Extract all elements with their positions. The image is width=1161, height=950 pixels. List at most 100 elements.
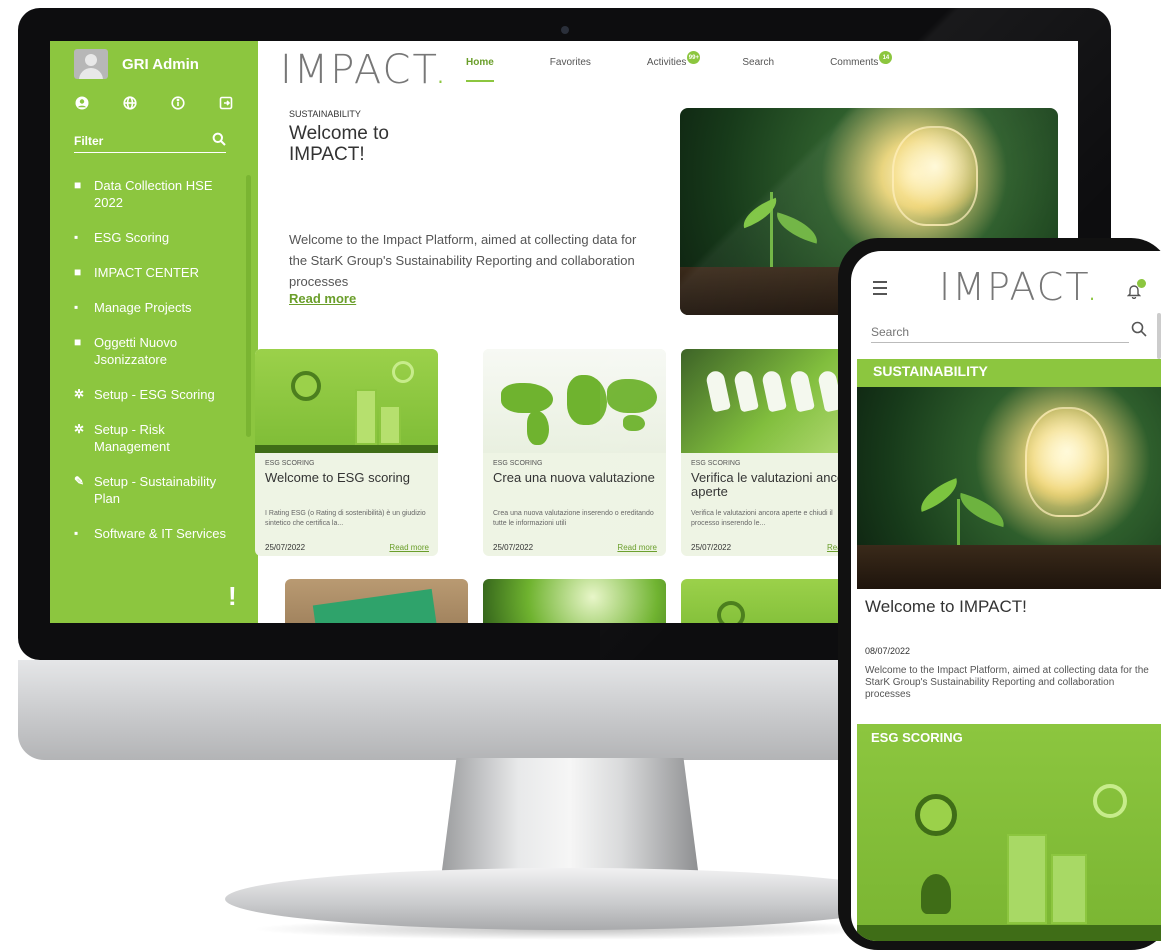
ground-graphic — [857, 925, 1161, 941]
filter-input[interactable]: Filter — [74, 129, 226, 153]
building-graphic — [355, 389, 377, 445]
nav-activities[interactable]: Activities 99+ — [646, 51, 701, 82]
card-image-paper-chain — [681, 349, 864, 453]
news-card-partial[interactable] — [681, 579, 864, 623]
sidebar-item-label: ESG Scoring — [94, 230, 170, 245]
wrench-icon: ✎ — [74, 474, 85, 488]
leaf-graphic — [955, 492, 1009, 528]
mobile-article-date: 08/07/2022 — [865, 646, 911, 656]
globe-icon — [291, 371, 321, 401]
mobile-impact-logo[interactable]: IMPACT. — [939, 265, 1100, 309]
leaf-graphic — [914, 478, 964, 512]
continent-graphic — [567, 375, 607, 425]
sidebar-item-impact-center[interactable]: ■ IMPACT CENTER — [74, 264, 242, 281]
nav-home[interactable]: Home — [466, 57, 494, 82]
nav-favorites[interactable]: Favorites — [550, 57, 591, 82]
section-sustainability: SUSTAINABILITY — [857, 359, 1161, 387]
sidebar-item-label: Data Collection HSE 2022 — [94, 178, 213, 210]
mobile-article-title[interactable]: Welcome to IMPACT! — [865, 597, 1027, 617]
notification-dot — [1137, 279, 1146, 288]
sun-icon — [1093, 784, 1127, 818]
sidebar-item-label: IMPACT CENTER — [94, 265, 199, 280]
impact-logo[interactable]: IMPACT. — [280, 47, 449, 93]
card-read-more-link[interactable]: Read more — [617, 543, 657, 552]
continent-graphic — [527, 411, 549, 445]
mobile-scrollbar[interactable] — [1157, 313, 1161, 359]
continent-graphic — [623, 415, 645, 431]
hamburger-menu-icon[interactable] — [873, 281, 887, 299]
card-title: Welcome to ESG scoring — [265, 470, 410, 485]
news-card[interactable]: ESG SCORING Crea una nuova valutazione C… — [483, 349, 666, 556]
sidebar-icon-row — [74, 95, 234, 111]
document-icon: ■ — [74, 335, 82, 349]
section-esg-scoring[interactable]: ESG SCORING — [857, 724, 1161, 941]
search-icon[interactable] — [1131, 321, 1147, 342]
nav-favorites-label: Favorites — [549, 57, 591, 68]
sidebar-item-label: Setup - ESG Scoring — [94, 387, 215, 402]
logo-dot: . — [434, 47, 449, 93]
card-category: ESG SCORING — [691, 460, 741, 467]
sidebar-item-label: Setup - Risk Management — [94, 422, 170, 454]
sidebar-item-setup-esg[interactable]: ✲ Setup - ESG Scoring — [74, 386, 242, 403]
settings-icon: ✲ — [74, 387, 85, 401]
news-card-partial[interactable] — [285, 579, 468, 623]
nav-search[interactable]: Search — [742, 57, 774, 82]
nav-activities-label: Activities — [646, 57, 687, 68]
sidebar: GRI Admin Filter ■ Data Collection HSE 2… — [50, 41, 258, 623]
nav-comments[interactable]: Comments 14 — [830, 51, 893, 82]
ground-graphic — [255, 445, 438, 453]
globe-icon[interactable] — [122, 95, 138, 111]
camera-icon — [561, 26, 569, 34]
building-graphic — [379, 405, 401, 445]
sidebar-item-software-it[interactable]: ▪ Software & IT Services — [74, 525, 242, 542]
hero-read-more-link[interactable]: Read more — [289, 291, 356, 306]
sidebar-item-setup-sustainability[interactable]: ✎ Setup - Sustainability Plan — [74, 473, 242, 507]
news-card[interactable]: ESG SCORING Welcome to ESG scoring I Rat… — [255, 349, 438, 556]
globe-icon — [915, 794, 957, 836]
mobile-search-input[interactable] — [871, 321, 1129, 343]
activities-badge: 99+ — [687, 51, 701, 64]
monitor-stand — [441, 758, 699, 878]
globe-icon — [717, 601, 745, 623]
sidebar-item-data-collection[interactable]: ■ Data Collection HSE 2022 — [74, 177, 242, 211]
mobile-article-text: Welcome to the Impact Platform, aimed at… — [865, 665, 1149, 700]
news-card[interactable]: ESG SCORING Verifica le valutazioni anco… — [681, 349, 864, 556]
sidebar-scrollbar[interactable] — [246, 175, 251, 437]
alert-icon[interactable]: ! — [228, 581, 237, 612]
card-read-more-link[interactable]: Read more — [389, 543, 429, 552]
soil-graphic — [857, 545, 1161, 589]
sidebar-item-oggetti[interactable]: ■ Oggetti Nuovo Jsonizzatore — [74, 334, 242, 368]
logout-icon[interactable] — [218, 95, 234, 111]
logo-dot: . — [1086, 265, 1101, 309]
sidebar-item-manage-projects[interactable]: ▪ Manage Projects — [74, 299, 242, 316]
sidebar-item-label: Manage Projects — [94, 300, 192, 315]
sidebar-item-setup-risk[interactable]: ✲ Setup - Risk Management — [74, 421, 242, 455]
product-showcase: GRI Admin Filter ■ Data Collection HSE 2… — [0, 0, 1161, 950]
paper-figure-graphic — [789, 369, 815, 413]
card-category: ESG SCORING — [265, 460, 315, 467]
chart-icon: ▪ — [74, 526, 79, 540]
nav-home-label: Home — [466, 57, 494, 68]
sidebar-item-esg-scoring[interactable]: ▪ ESG Scoring — [74, 229, 242, 246]
sidebar-item-label: Software & IT Services — [94, 526, 226, 541]
sidebar-item-label: Setup - Sustainability Plan — [94, 474, 217, 506]
card-image-eco-city — [255, 349, 438, 453]
paper-figure-graphic — [733, 369, 759, 413]
user-row[interactable]: GRI Admin — [74, 49, 199, 79]
card-image-world-map — [483, 349, 666, 453]
logo-text: IMPACT — [939, 265, 1087, 309]
news-card-partial[interactable] — [483, 579, 666, 623]
search-icon[interactable] — [212, 132, 226, 150]
paper-figure-graphic — [705, 369, 731, 413]
info-icon[interactable] — [170, 95, 186, 111]
avatar[interactable] — [74, 49, 108, 79]
mobile-hero-image[interactable] — [857, 387, 1161, 589]
section-label: ESG SCORING — [871, 730, 963, 745]
card-description: Verifica le valutazioni ancora aperte e … — [691, 510, 833, 527]
card-title: Crea una nuova valutazione — [493, 470, 655, 485]
sun-icon — [392, 361, 414, 383]
sidebar-menu: ■ Data Collection HSE 2022 ▪ ESG Scoring… — [74, 177, 242, 560]
continent-graphic — [501, 383, 553, 413]
account-icon[interactable] — [74, 95, 90, 111]
user-name: GRI Admin — [122, 55, 199, 73]
